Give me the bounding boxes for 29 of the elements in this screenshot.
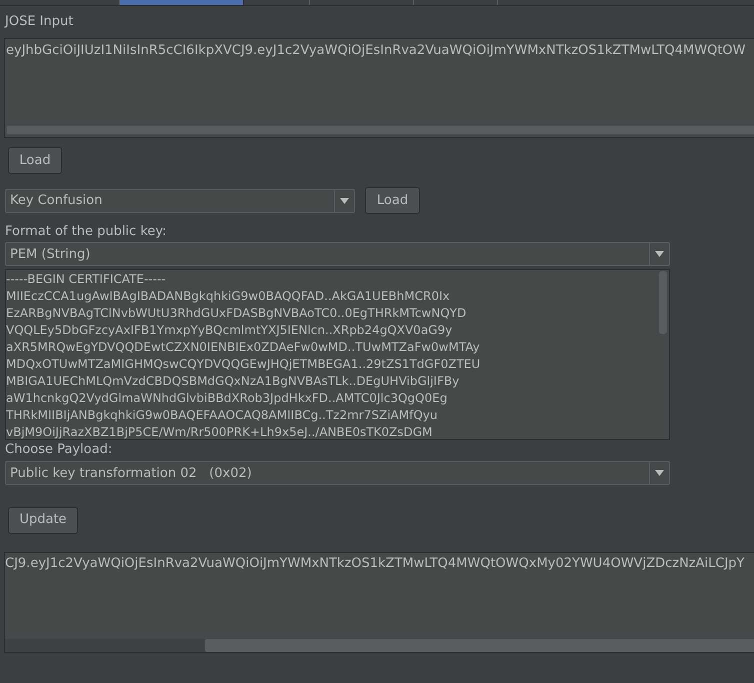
- button[interactable]: Load: [8, 147, 62, 174]
- key-text-line: THRkMIIBIjANBgkqhkiG9w0BAQEFAAOCAQ8AMIIBCg..Tz2mr7SZiAMfQyu: [6, 407, 438, 424]
- jose-input-label: JOSE Input: [5, 14, 74, 30]
- key-text-line: EzARBgNVBAgTClNvbWUtU3RhdGUxFDASBgNVBAoTC0..0EgTHRkMTcwNQYD: [6, 305, 468, 322]
- dropdown-caret-icon: [655, 251, 664, 258]
- button[interactable]: Load: [365, 187, 420, 214]
- key-format-label: Format of the public key:: [5, 224, 168, 240]
- dropdown-caret-icon: [340, 198, 349, 204]
- button[interactable]: Update: [8, 506, 78, 534]
- attack-select[interactable]: Key Confusion: [5, 188, 355, 213]
- tab[interactable]: [120, 0, 244, 5]
- dropdown-caret-icon: [655, 470, 664, 476]
- output-field[interactable]: CJ9.eyJ1c2VyaWQiOjEsInRva2VuaWQiOiJmYWMxNTkzOS1kZTMwLTQ4MWQtOWQxMy02YWU4OWVjZDczNzAiLCJpY: [4, 552, 754, 652]
- payload-select[interactable]: Public key transformation 02 (0x02): [5, 461, 670, 486]
- key-format-select[interactable]: PEM (String): [5, 242, 670, 266]
- key-text-line: -----BEGIN CERTIFICATE-----: [6, 271, 167, 288]
- payload-label: Choose Payload:: [5, 442, 114, 458]
- public-key-field[interactable]: [5, 269, 670, 440]
- key-text-line: aXR5MRQwEgYDVQQDEwtCZXN0IENBIEx0ZDAeFw0wMD..TUwMTZaFw0wMTAy: [6, 339, 481, 356]
- key-text-line: VQQLEy5DbGFzcyAxIFB1YmxpYyBQcmlmtYXJ5IENlcn..XRpb24gQXV0aG9y: [6, 322, 454, 340]
- key-text-line: MDQxOTUwMTZaMIGHMQswCQYDVQQGEwJHQjETMBEGA1..29tZS1TdGF0ZTEU: [6, 356, 482, 374]
- horizontal-scrollbar[interactable]: [6, 125, 754, 135]
- vertical-scrollbar[interactable]: [659, 271, 667, 334]
- key-text-line: MIIEczCCA1ugAwIBAgIBADANBgkqhkiG9w0BAQQFAD..AkGA1UEBhMCR0Ix: [6, 288, 451, 306]
- key-text-line: vBjM9OiJjRazXBZ1BjP5CE/Wm/Rr500PRK+Lh9x5eJ../ANBE0sTK0ZsDGM: [6, 424, 434, 440]
- key-text-line: MBIGA1UEChMLQmVzdCBDQSBMdGQxNzA1BgNVBAsTLk..DEgUHVibGljIFBy: [6, 373, 460, 390]
- key-text-line: aW1hcnkgQ2VydGlmaWNhdGlvbiBBdXRob3JpdHkxFD..AMTC0Jlc3QgQ0Eg: [6, 390, 448, 408]
- jose-input-field[interactable]: eyJhbGciOiJIUzI1NiIsInR5cCI6IkpXVCJ9.eyJ1c2VyaWQiOjEsInRva2VuaWQiOiJmYWMxNTkzOS1kZTMwLTQ4MWQtOW: [4, 38, 754, 138]
- horizontal-scrollbar[interactable]: [205, 638, 754, 652]
